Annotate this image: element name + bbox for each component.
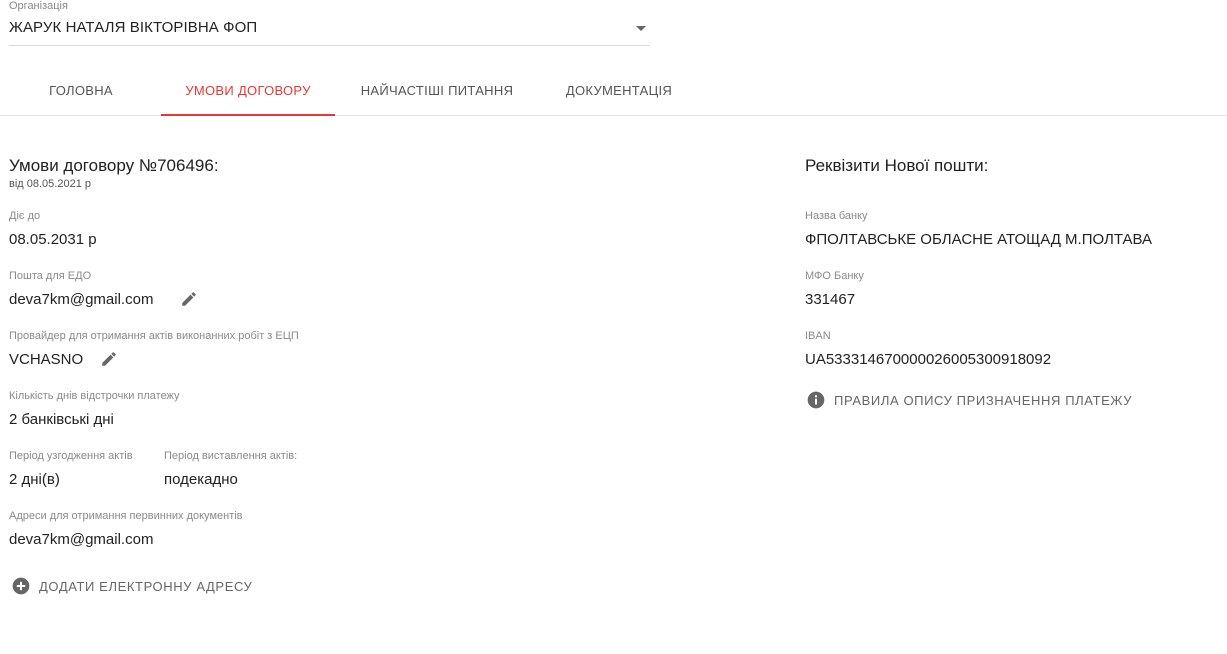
add-circle-icon — [12, 577, 30, 595]
requisites-title: Реквізити Нової пошти: — [805, 156, 989, 175]
mfo-value: 331467 — [805, 291, 856, 308]
deferral-label: Кількість днів відстрочки платежу — [9, 390, 180, 402]
edo-email-label: Пошта для ЕДО — [9, 270, 92, 282]
valid-until-value: 08.05.2031 р — [9, 231, 97, 248]
provider-value: VCHASNO — [9, 351, 84, 368]
organization-value: ЖАРУК НАТАЛЯ ВІКТОРІВНА ФОП — [9, 19, 258, 36]
tab-contract-terms[interactable]: УМОВИ ДОГОВОРУ — [161, 66, 335, 116]
tab-faq[interactable]: НАЙЧАСТІШІ ПИТАННЯ — [345, 66, 529, 115]
payment-rules-link[interactable]: ПРАВИЛА ОПИСУ ПРИЗНАЧЕННЯ ПЛАТЕЖУ — [806, 390, 1132, 410]
organization-label: Організація — [9, 0, 68, 12]
bank-name-value: ФПОЛТАВСЬКЕ ОБЛАСНЕ АТОЩАД М.ПОЛТАВА — [805, 231, 1153, 248]
addresses-label: Адреси для отримання первинних документі… — [9, 510, 243, 522]
pencil-icon[interactable] — [100, 350, 118, 368]
address-item: deva7km@gmail.com — [9, 531, 154, 548]
approval-period-value: 2 дні(в) — [9, 471, 60, 488]
tab-documentation[interactable]: ДОКУМЕНТАЦІЯ — [548, 66, 690, 115]
deferral-value: 2 банківські дні — [9, 411, 114, 428]
tab-bar: ГОЛОВНА УМОВИ ДОГОВОРУ НАЙЧАСТІШІ ПИТАНН… — [0, 66, 1227, 116]
approval-period-label: Період узгодження актів — [9, 450, 133, 462]
organization-select[interactable]: ЖАРУК НАТАЛЯ ВІКТОРІВНА ФОП — [9, 16, 650, 46]
tab-main[interactable]: ГОЛОВНА — [26, 66, 136, 115]
info-icon — [807, 391, 825, 409]
provider-label: Провайдер для отримання актів виконанних… — [9, 330, 299, 342]
add-address-label: ДОДАТИ ЕЛЕКТРОННУ АДРЕСУ — [39, 578, 253, 594]
issue-period-value: подекадно — [164, 471, 238, 488]
contract-title: Умови договору №706496: — [9, 156, 219, 175]
pencil-icon[interactable] — [180, 290, 198, 308]
edo-email-value: deva7km@gmail.com — [9, 291, 154, 308]
valid-until-label: Діє до — [9, 210, 41, 222]
bank-name-label: Назва банку — [805, 210, 868, 222]
issue-period-label: Період виставлення актів: — [164, 450, 298, 462]
contract-date: від 08.05.2021 р — [9, 178, 91, 190]
iban-label: IBAN — [805, 330, 831, 342]
caret-down-icon[interactable] — [636, 26, 646, 31]
add-address-button[interactable]: ДОДАТИ ЕЛЕКТРОННУ АДРЕСУ — [11, 576, 252, 596]
payment-rules-label: ПРАВИЛА ОПИСУ ПРИЗНАЧЕННЯ ПЛАТЕЖУ — [834, 392, 1133, 408]
iban-value: UA533314670000026005300918092 — [805, 351, 1052, 368]
mfo-label: МФО Банку — [805, 270, 864, 282]
